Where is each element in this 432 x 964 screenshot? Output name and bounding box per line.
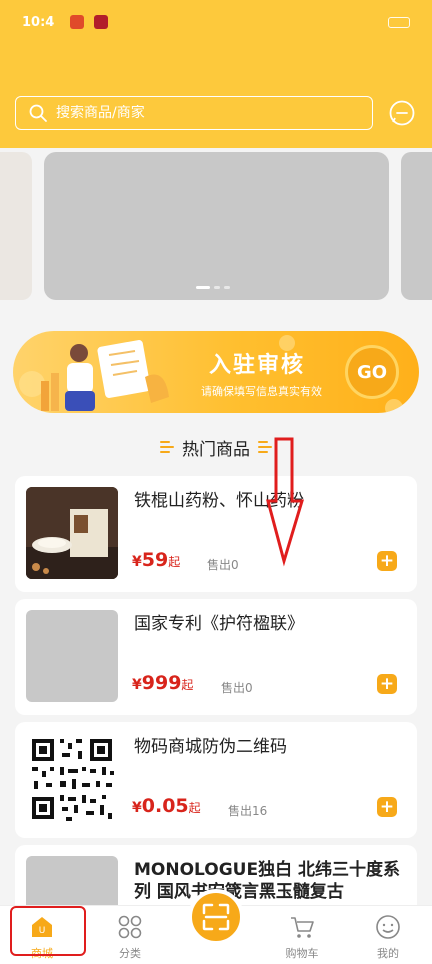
menu-bars-icon (160, 441, 174, 453)
tab-profile[interactable]: 我的 (358, 906, 418, 964)
go-button[interactable]: GO (345, 345, 399, 399)
merchant-entry-banner[interactable]: 入驻审核 请确保填写信息真实有效 GO (13, 331, 419, 413)
promo-title: 入驻审核 (209, 353, 306, 378)
status-bar: 10:4 (0, 0, 432, 44)
search-input[interactable] (56, 105, 336, 121)
sold-count: 售出16 (228, 804, 268, 818)
product-image (26, 487, 118, 579)
product-price: ¥59起 (132, 549, 181, 571)
product-name: 国家专利《护符楹联》 (134, 614, 304, 634)
product-card[interactable]: 国家专利《护符楹联》 ¥999起 售出0 + (15, 599, 417, 715)
illustration-person-document (41, 340, 169, 411)
scan-button[interactable] (188, 889, 244, 945)
scan-icon (202, 903, 230, 931)
annotation-highlight-box (10, 906, 86, 956)
product-price: ¥999起 (132, 672, 194, 694)
add-to-cart-button[interactable]: + (377, 797, 397, 817)
promo-subtitle: 请确保填写信息真实有效 (201, 385, 322, 398)
sold-count: 售出0 (221, 681, 253, 695)
message-icon[interactable] (388, 99, 416, 127)
decor-bubble (385, 399, 403, 413)
notification-icon (70, 15, 85, 29)
hot-products-header: 热门商品 (0, 434, 432, 460)
annotation-arrow-down-icon (266, 437, 305, 567)
app-notification-icon (94, 15, 109, 29)
banner-next-slide[interactable] (401, 152, 432, 300)
status-indicators (388, 16, 410, 28)
banner-dot (214, 286, 220, 289)
tab-label: 分类 (119, 947, 141, 960)
product-image-placeholder (26, 610, 118, 702)
product-price: ¥0.05起 (132, 795, 201, 817)
product-card[interactable]: 铁棍山药粉、怀山药粉 ¥59起 售出0 + (15, 476, 417, 592)
add-to-cart-button[interactable]: + (377, 674, 397, 694)
cart-icon (291, 917, 314, 938)
tab-category[interactable]: 分类 (100, 906, 160, 964)
search-icon (29, 104, 47, 122)
product-name: MONOLOGUE独白 北纬三十度系列 国风书宏箴言黑玉髓复古 (134, 860, 401, 902)
section-title: 热门商品 (182, 439, 250, 460)
tab-label: 我的 (377, 947, 399, 960)
banner-dot (224, 286, 230, 289)
battery-icon (388, 16, 410, 28)
product-card[interactable]: 物码商城防伪二维码 ¥0.05起 售出16 + (15, 722, 417, 838)
status-time: 10:4 (22, 14, 55, 30)
category-grid-icon (118, 915, 142, 939)
banner-prev-slide[interactable] (0, 152, 32, 300)
product-name: 物码商城防伪二维码 (134, 737, 287, 757)
tab-label: 购物车 (285, 947, 319, 960)
banner-slide[interactable] (44, 152, 389, 300)
banner-pagination (196, 286, 230, 289)
search-bar[interactable] (15, 96, 373, 130)
smiley-icon (376, 915, 400, 939)
sold-count: 售出0 (207, 558, 239, 572)
tab-cart[interactable]: 购物车 (272, 906, 332, 964)
qr-code-image (26, 733, 118, 825)
add-to-cart-button[interactable]: + (377, 551, 397, 571)
banner-dot (196, 286, 210, 289)
